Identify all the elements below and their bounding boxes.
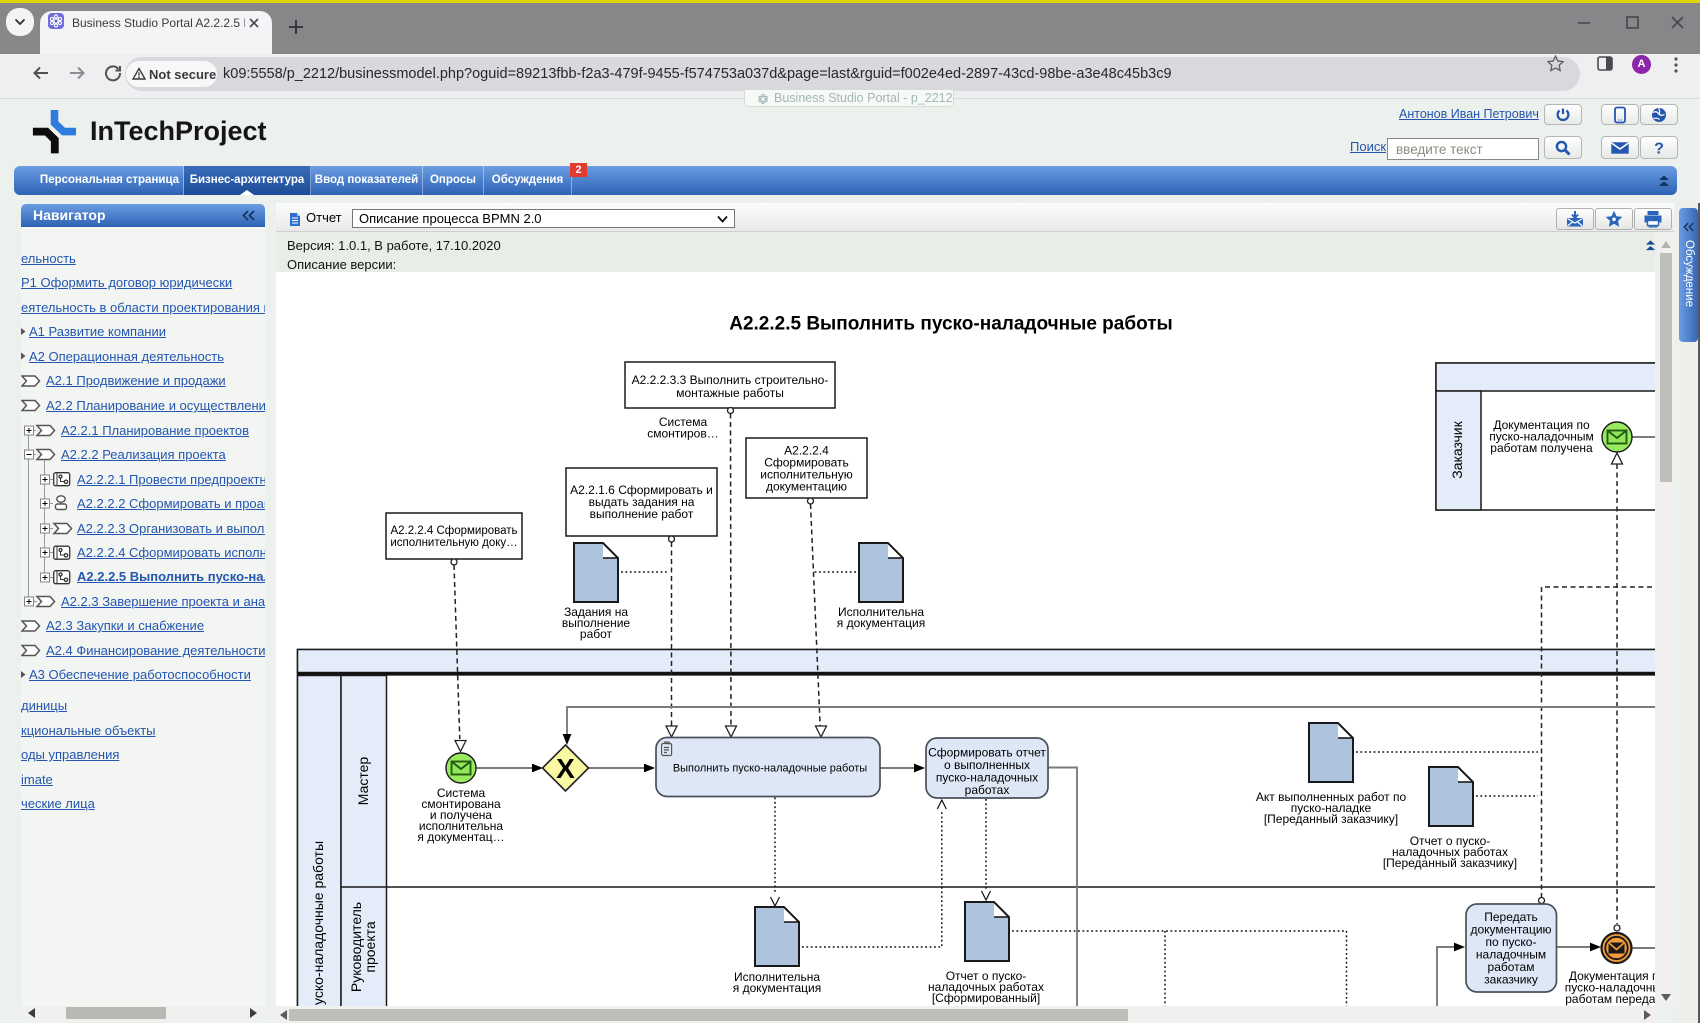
svg-text:X: X [556, 753, 575, 784]
svg-text:А2.2.2.5 Выполнить пуско-налад: А2.2.2.5 Выполнить пуско-наладочные рабо… [729, 314, 1173, 335]
svg-text:монтажные работы: монтажные работы [676, 386, 784, 400]
svg-text:[Переданный заказчику]: [Переданный заказчику] [1383, 856, 1517, 870]
svg-text:работам получена: работам получена [1490, 441, 1593, 455]
svg-text:Выполнить пуско-наладочные раб: Выполнить пуско-наладочные работы [673, 763, 867, 775]
svg-text:заказчику: заказчику [1484, 973, 1538, 987]
svg-text:А2.2.2.3.3 Выполнить строитель: А2.2.2.3.3 Выполнить строительно- [632, 373, 829, 387]
svg-text:?: ? [1654, 140, 1664, 156]
svg-text:выполнение работ: выполнение работ [590, 507, 694, 521]
svg-text:исполнительную доку…: исполнительную доку… [390, 537, 517, 549]
svg-text:Пуско-наладочные работы: Пуско-наладочные работы [310, 841, 326, 1006]
svg-text:проекта: проекта [362, 921, 378, 972]
svg-text:Заказчик: Заказчик [1449, 420, 1465, 478]
svg-text:документацию: документацию [766, 480, 847, 494]
svg-text:я документация: я документация [837, 616, 925, 630]
svg-text:я документация: я документация [733, 981, 821, 995]
svg-text:А2.2.2.4 Сформировать: А2.2.2.4 Сформировать [390, 525, 517, 537]
svg-text:работ: работ [580, 627, 613, 641]
svg-text:работах: работах [965, 783, 1010, 797]
svg-text:смонтиров…: смонтиров… [647, 427, 718, 441]
svg-text:работам передана: работам передана [1565, 992, 1655, 1006]
svg-text:Мастер: Мастер [355, 757, 371, 806]
svg-text:[Переданный заказчику]: [Переданный заказчику] [1264, 812, 1398, 826]
svg-text:[Сформированный]: [Сформированный] [932, 991, 1040, 1005]
svg-text:я документац…: я документац… [417, 830, 504, 844]
